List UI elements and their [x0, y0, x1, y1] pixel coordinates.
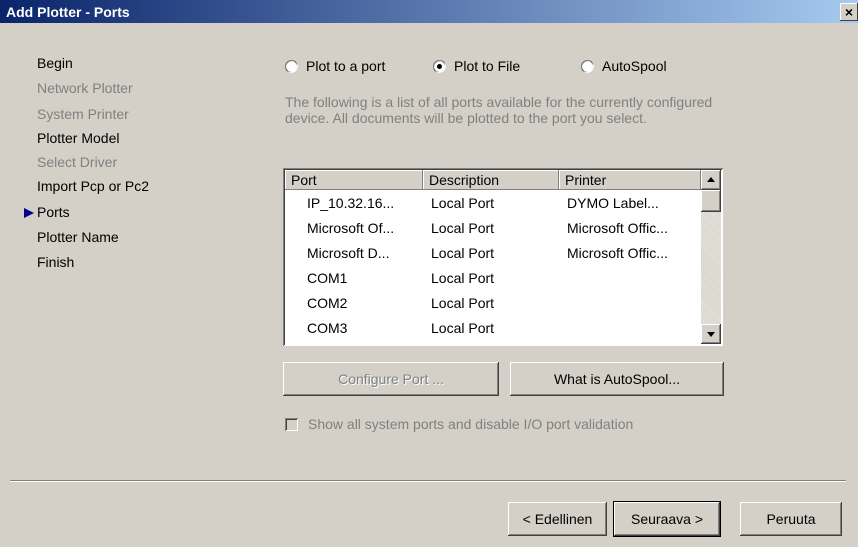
- cell-port: COM2: [307, 295, 348, 311]
- cell-port: Microsoft D...: [307, 245, 390, 261]
- cancel-button[interactable]: Peruuta: [740, 502, 842, 536]
- cell-port: COM1: [307, 270, 348, 286]
- next-button[interactable]: Seuraava >: [614, 502, 720, 536]
- close-button[interactable]: ×: [840, 3, 858, 21]
- step-ports: Ports: [37, 204, 70, 220]
- table-row[interactable]: COM1 Local Port: [285, 266, 699, 290]
- ports-list[interactable]: Port Description Printer IP_10.32.16... …: [283, 168, 723, 346]
- step-begin: Begin: [37, 55, 73, 71]
- table-row[interactable]: Microsoft D... Local Port Microsoft Offi…: [285, 241, 699, 265]
- step-network-plotter: Network Plotter: [37, 80, 133, 96]
- radio-label: AutoSpool: [602, 58, 667, 74]
- cell-description: Local Port: [431, 270, 495, 286]
- back-button[interactable]: < Edellinen: [508, 502, 607, 536]
- column-header-printer[interactable]: Printer: [559, 170, 701, 190]
- scroll-thumb[interactable]: [701, 190, 721, 212]
- column-header-port[interactable]: Port: [285, 170, 423, 190]
- cell-port: COM3: [307, 320, 348, 336]
- arrow-down-icon: [707, 332, 715, 337]
- radio-circle-checked: [433, 59, 446, 73]
- radio-circle: [285, 59, 298, 73]
- step-select-driver: Select Driver: [37, 154, 118, 170]
- cell-description: Local Port: [431, 220, 495, 236]
- step-plotter-name: Plotter Name: [37, 229, 119, 245]
- configure-port-button[interactable]: Configure Port ...: [283, 362, 499, 396]
- scroll-down-button[interactable]: [701, 324, 721, 344]
- radio-label: Plot to a port: [306, 58, 386, 74]
- cell-description: Local Port: [431, 195, 495, 211]
- scroll-up-button[interactable]: [701, 170, 721, 190]
- cell-printer: Microsoft Offic...: [567, 245, 668, 261]
- radio-plot-to-file[interactable]: Plot to File: [433, 58, 520, 74]
- cell-printer: Microsoft Offic...: [567, 220, 668, 236]
- cell-port: Microsoft Of...: [307, 220, 395, 236]
- cell-description: Local Port: [431, 245, 495, 261]
- window-title: Add Plotter - Ports: [6, 4, 130, 20]
- separator: [10, 480, 846, 482]
- title-bar: Add Plotter - Ports ×: [0, 0, 858, 23]
- current-step-arrow-icon: [24, 208, 34, 218]
- step-plotter-model: Plotter Model: [37, 130, 120, 146]
- table-row[interactable]: Microsoft Of... Local Port Microsoft Off…: [285, 216, 699, 240]
- column-header-description[interactable]: Description: [423, 170, 559, 190]
- what-is-autospool-button[interactable]: What is AutoSpool...: [510, 362, 724, 396]
- cell-description: Local Port: [431, 320, 495, 336]
- step-system-printer: System Printer: [37, 106, 129, 122]
- table-row[interactable]: COM2 Local Port: [285, 291, 699, 315]
- vertical-scrollbar[interactable]: [701, 170, 721, 344]
- table-row[interactable]: COM3 Local Port: [285, 316, 699, 340]
- ports-description: The following is a list of all ports ava…: [285, 94, 713, 126]
- arrow-up-icon: [707, 177, 715, 182]
- ports-list-header: Port Description Printer: [285, 170, 701, 190]
- step-finish: Finish: [37, 254, 75, 270]
- show-all-ports-checkbox[interactable]: Show all system ports and disable I/O po…: [285, 416, 633, 432]
- table-row[interactable]: IP_10.32.16... Local Port DYMO Label...: [285, 191, 699, 215]
- checkbox-label: Show all system ports and disable I/O po…: [308, 416, 634, 432]
- checkbox-box: [285, 417, 298, 431]
- radio-autospool[interactable]: AutoSpool: [581, 58, 667, 74]
- radio-circle: [581, 59, 594, 73]
- radio-plot-to-port[interactable]: Plot to a port: [285, 58, 385, 74]
- cell-description: Local Port: [431, 295, 495, 311]
- step-import-pcp: Import Pcp or Pc2: [37, 178, 150, 194]
- cell-printer: DYMO Label...: [567, 195, 659, 211]
- cell-port: IP_10.32.16...: [307, 195, 395, 211]
- radio-label: Plot to File: [454, 58, 521, 74]
